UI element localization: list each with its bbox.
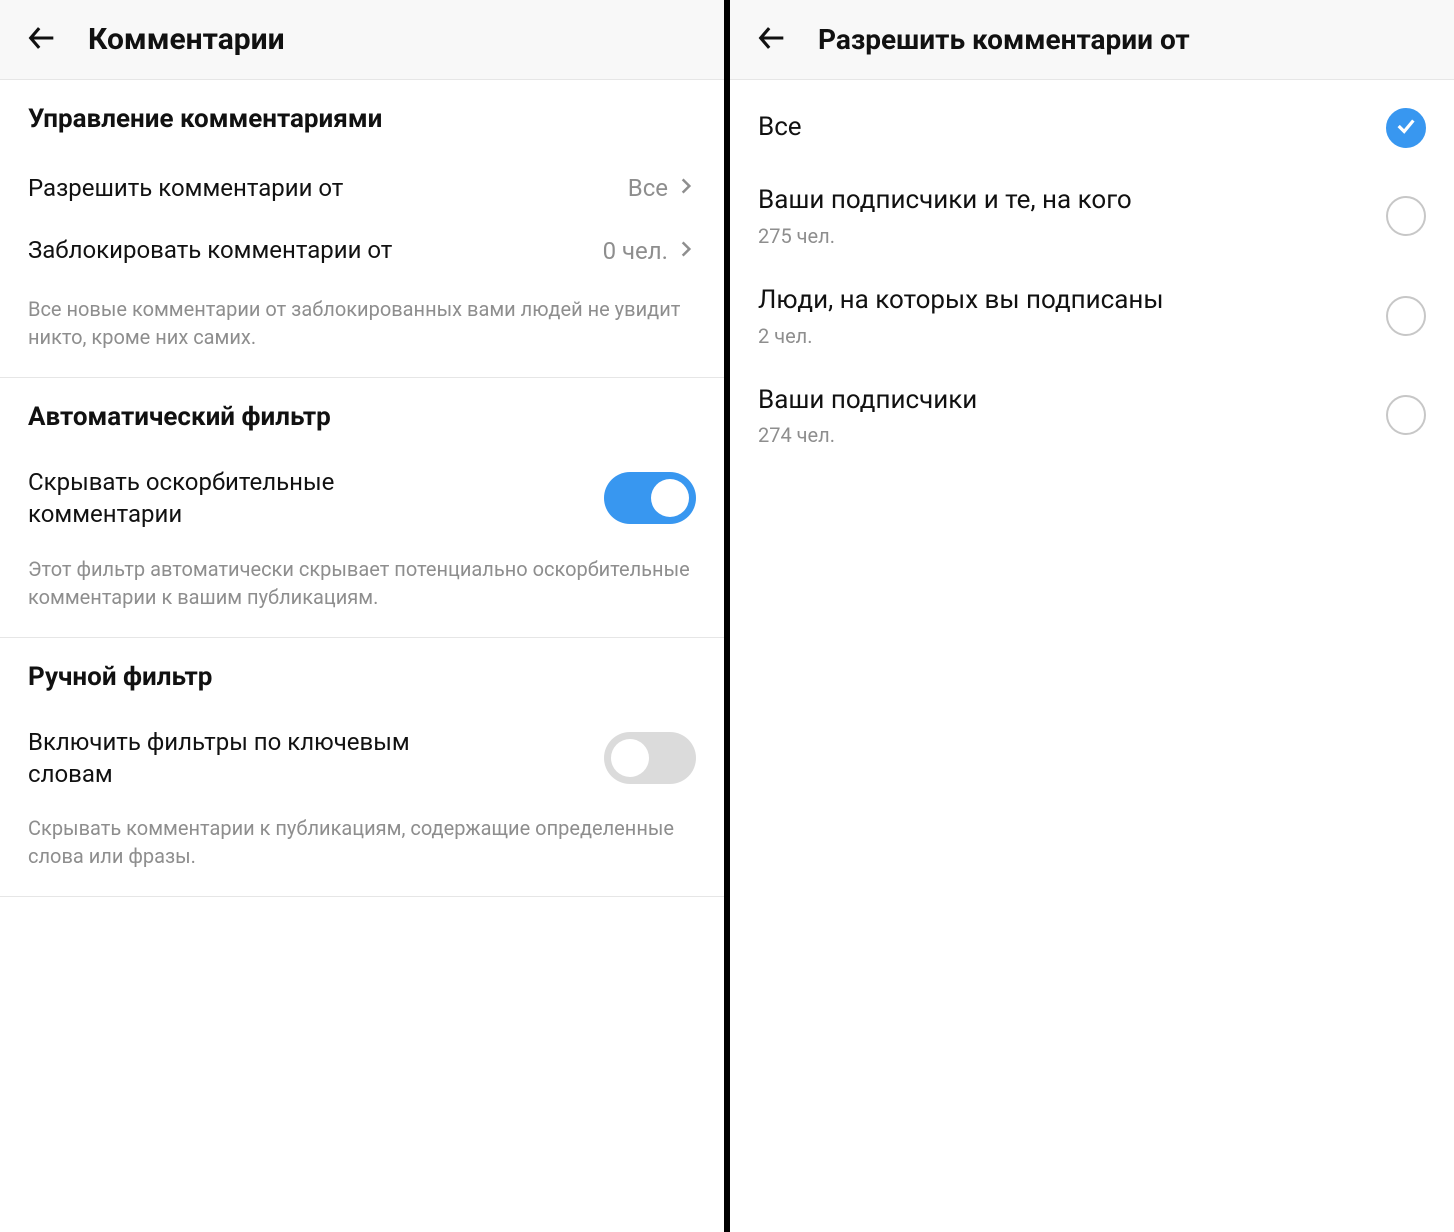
option-text: Люди, на которых вы подписаны 2 чел. [758,284,1164,348]
radio-indicator [1386,296,1426,336]
toggle-knob [611,739,649,777]
allow-comments-value-wrap: Все [628,174,696,202]
section-comment-controls: Управление комментариями Разрешить комме… [0,80,724,378]
check-icon [1395,115,1417,141]
keyword-filter-label: Включить фильтры по ключевым словам [28,726,468,791]
option-title: Ваши подписчики и те, на кого [758,184,1132,218]
hide-offensive-toggle[interactable] [604,472,696,524]
option-text: Все [758,111,802,145]
allow-comments-label: Разрешить комментарии от [28,172,343,204]
left-header: Комментарии [0,0,724,80]
page-title: Разрешить комментарии от [818,23,1190,56]
arrow-left-icon [25,21,59,59]
option-subtitle: 275 чел. [758,224,1132,248]
option-following[interactable]: Люди, на которых вы подписаны 2 чел. [758,266,1426,366]
radio-indicator [1386,108,1426,148]
option-followers[interactable]: Ваши подписчики 274 чел. [758,366,1426,466]
option-followers-and-following[interactable]: Ваши подписчики и те, на кого 275 чел. [758,166,1426,266]
option-subtitle: 2 чел. [758,324,1164,348]
section-manual-filter: Ручной фильтр Включить фильтры по ключев… [0,638,724,898]
option-subtitle: 274 чел. [758,423,977,447]
right-header: Разрешить комментарии от [730,0,1454,80]
page-title: Комментарии [88,22,285,57]
section-title-auto-filter: Автоматический фильтр [28,402,696,432]
auto-filter-description: Этот фильтр автоматически скрывает потен… [28,555,696,611]
chevron-right-icon [676,237,696,265]
keyword-filter-toggle[interactable] [604,732,696,784]
allow-comments-value: Все [628,174,668,202]
keyword-filter-row: Включить фильтры по ключевым словам [28,720,696,797]
allow-comments-from-pane: Разрешить комментарии от Все Ваши подпис… [730,0,1454,1232]
controls-description: Все новые комментарии от заблокированных… [28,295,696,351]
option-everyone[interactable]: Все [758,90,1426,166]
option-title: Ваши подписчики [758,384,977,418]
block-comments-label: Заблокировать комментарии от [28,234,392,266]
option-title: Люди, на которых вы подписаны [758,284,1164,318]
manual-filter-description: Скрывать комментарии к публикациям, соде… [28,814,696,870]
block-comments-value: 0 чел. [603,237,668,265]
back-button[interactable] [750,18,794,62]
arrow-left-icon [755,21,789,59]
option-title: Все [758,111,802,145]
allow-comments-from-row[interactable]: Разрешить комментарии от Все [28,162,696,214]
section-title-controls: Управление комментариями [28,104,696,134]
block-comments-value-wrap: 0 чел. [603,237,696,265]
hide-offensive-label: Скрывать оскорбительные комментарии [28,466,468,531]
comments-settings-pane: Комментарии Управление комментариями Раз… [0,0,724,1232]
section-title-manual-filter: Ручной фильтр [28,662,696,692]
radio-indicator [1386,395,1426,435]
chevron-right-icon [676,174,696,202]
option-text: Ваши подписчики и те, на кого 275 чел. [758,184,1132,248]
section-auto-filter: Автоматический фильтр Скрывать оскорбите… [0,378,724,638]
radio-indicator [1386,196,1426,236]
option-text: Ваши подписчики 274 чел. [758,384,977,448]
hide-offensive-row: Скрывать оскорбительные комментарии [28,460,696,537]
block-comments-from-row[interactable]: Заблокировать комментарии от 0 чел. [28,224,696,276]
toggle-knob [651,479,689,517]
back-button[interactable] [20,18,64,62]
allow-options-list: Все Ваши подписчики и те, на кого 275 че… [730,80,1454,475]
